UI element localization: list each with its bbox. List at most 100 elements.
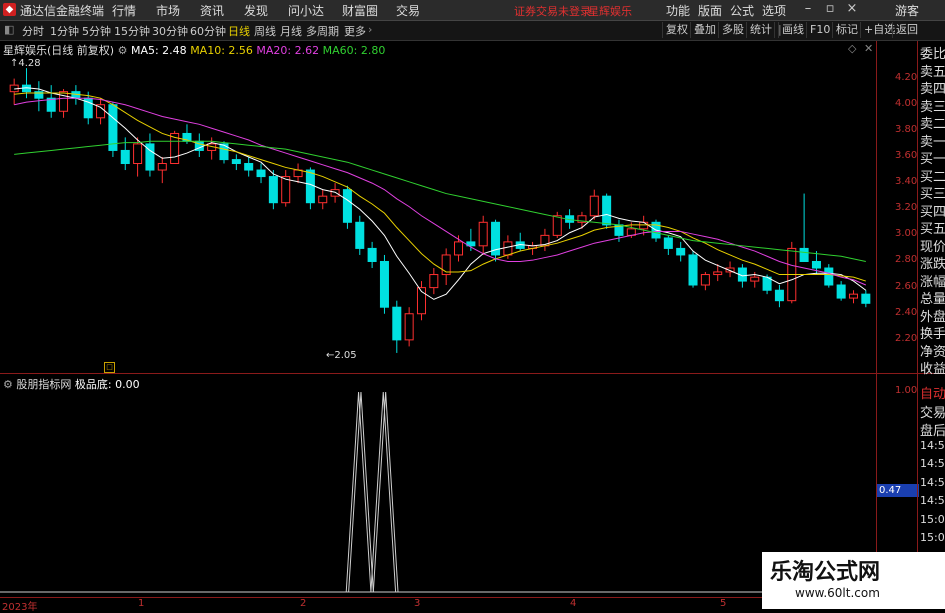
indicator-chart[interactable] — [0, 376, 876, 596]
high-annotation: ↑4.28 — [10, 58, 41, 69]
candle-body — [799, 247, 809, 262]
ma-line-ma10 — [14, 92, 866, 282]
panel-divider — [0, 373, 945, 374]
close-icon[interactable]: × — [842, 1, 862, 16]
x-label: 2023年 — [2, 602, 38, 613]
menu-quotes[interactable]: 行情 — [112, 2, 136, 19]
tool-draw[interactable]: 画线 — [778, 22, 807, 38]
menu-discover[interactable]: 发现 — [244, 2, 268, 19]
price-tick: 3.60 — [895, 149, 918, 161]
tool-restore-rights[interactable]: 复权 — [662, 22, 691, 38]
x-label: 5 — [720, 598, 727, 609]
menu-news[interactable]: 资讯 — [200, 2, 224, 19]
event-marker-icon[interactable]: □ — [104, 362, 115, 373]
guest-user[interactable]: 游客 — [895, 2, 919, 19]
high-annotation-value: 4.28 — [18, 58, 41, 69]
period-tab[interactable]: 1分钟 — [50, 23, 79, 39]
candle-body — [688, 254, 698, 286]
maximize-icon[interactable]: ▫ — [820, 1, 840, 16]
x-label: 1 — [138, 598, 145, 609]
app-logo-icon: ◆ — [3, 3, 16, 16]
price-tick: 2.60 — [895, 280, 918, 292]
x-label: 4 — [570, 598, 577, 609]
watermark-url: www.60lt.com — [795, 586, 880, 600]
sub-tick-1: 1.00 — [895, 385, 918, 396]
candle-body — [157, 163, 167, 171]
tool-mark[interactable]: 标记 — [832, 22, 861, 38]
candle-body — [454, 241, 464, 256]
side-time-label: 14:56 — [920, 457, 945, 470]
period-tab[interactable]: 月线 — [280, 23, 302, 39]
menu-layout[interactable]: 版面 — [698, 2, 722, 19]
period-tab-active[interactable]: 日线 — [228, 23, 250, 39]
side-time-label: 交易 — [920, 405, 945, 421]
candle-body — [824, 267, 834, 286]
more-arrow-icon[interactable]: › — [368, 23, 372, 36]
login-warning[interactable]: 证券交易未登录 — [514, 3, 591, 19]
period-tab[interactable]: 30分钟 — [152, 23, 188, 39]
candle-body — [700, 274, 710, 286]
candle-body — [318, 195, 328, 204]
menu-trade[interactable]: 交易 — [396, 2, 420, 19]
price-tick: 3.80 — [895, 123, 918, 135]
price-tick: 3.00 — [895, 228, 918, 240]
side-panel: 委比 卖五 卖四 卖三 卖二 卖一 买一 买二 买三 买四 买五 现价 涨跌 涨幅 总量 外盘 换手 净资 收益 自动… — [917, 41, 945, 597]
x-axis — [0, 597, 876, 610]
price-tick: 4.20 — [895, 71, 918, 83]
period-tab[interactable]: 15分钟 — [114, 23, 150, 39]
candle-body — [281, 176, 291, 204]
candle-body — [602, 195, 612, 226]
period-tab[interactable]: 分时 — [22, 23, 44, 39]
x-label: 2 — [300, 598, 307, 609]
candle-body — [478, 221, 488, 247]
candle-body — [404, 313, 414, 341]
period-tab[interactable]: 60分钟 — [190, 23, 226, 39]
side-time-label: 14:56 — [920, 475, 945, 489]
menu-function[interactable]: 功能 — [666, 2, 690, 19]
tool-back[interactable]: 返回 — [892, 22, 921, 38]
side-time-label: 14:56 — [920, 438, 945, 452]
low-annotation: ←2.05 — [326, 350, 357, 361]
app-title: 通达信金融终端 — [20, 4, 105, 18]
candle-body — [861, 293, 871, 304]
menu-community[interactable]: 财富圈 — [342, 2, 378, 19]
side-time-label: 盘后 — [920, 424, 945, 439]
candle-body — [120, 149, 130, 165]
candle-body — [133, 143, 143, 165]
period-tab[interactable]: 周线 — [254, 23, 276, 39]
tool-stats[interactable]: 统计 — [746, 22, 775, 38]
side-time-label: 14:57 — [920, 494, 945, 507]
period-more[interactable]: 更多 — [344, 23, 366, 39]
candle-body — [392, 306, 402, 341]
menu-assistant[interactable]: 问小达 — [288, 2, 324, 19]
tool-f10[interactable]: F10 — [806, 22, 833, 38]
menu-formula[interactable]: 公式 — [730, 2, 754, 19]
period-tab[interactable]: 多周期 — [306, 23, 339, 39]
minimize-icon[interactable]: – — [798, 1, 818, 16]
collapse-icon[interactable]: ◧ — [4, 23, 14, 36]
price-tick: 2.20 — [895, 332, 918, 344]
watermark-title: 乐淘公式网 — [770, 560, 881, 585]
candle-body — [663, 237, 673, 249]
price-axis: 4.20 4.00 3.80 3.60 3.40 3.20 3.00 2.80 2.60 2.40… — [877, 41, 917, 373]
price-chart[interactable] — [0, 41, 876, 373]
candle-body — [589, 195, 599, 217]
low-annotation-value: 2.05 — [334, 350, 357, 361]
tool-multi-stock[interactable]: 多股 — [718, 22, 747, 38]
candle-body — [305, 169, 315, 204]
menu-market[interactable]: 市场 — [156, 2, 180, 19]
candle-body — [429, 274, 439, 289]
candle-body — [552, 215, 562, 236]
tool-overlay[interactable]: 叠加 — [690, 22, 719, 38]
menu-options[interactable]: 选项 — [762, 2, 786, 19]
current-value-badge: 0.47 — [877, 484, 919, 497]
price-tick: 4.00 — [895, 97, 918, 109]
candle-body — [836, 284, 846, 299]
candle-body — [268, 176, 278, 204]
period-tab[interactable]: 5分钟 — [82, 23, 111, 39]
candle-body — [639, 221, 649, 230]
side-time-label: 自动 — [920, 387, 945, 402]
candle-body — [713, 271, 723, 276]
side-time-label: 15:00 — [920, 512, 945, 526]
price-tick: 2.80 — [895, 254, 918, 266]
